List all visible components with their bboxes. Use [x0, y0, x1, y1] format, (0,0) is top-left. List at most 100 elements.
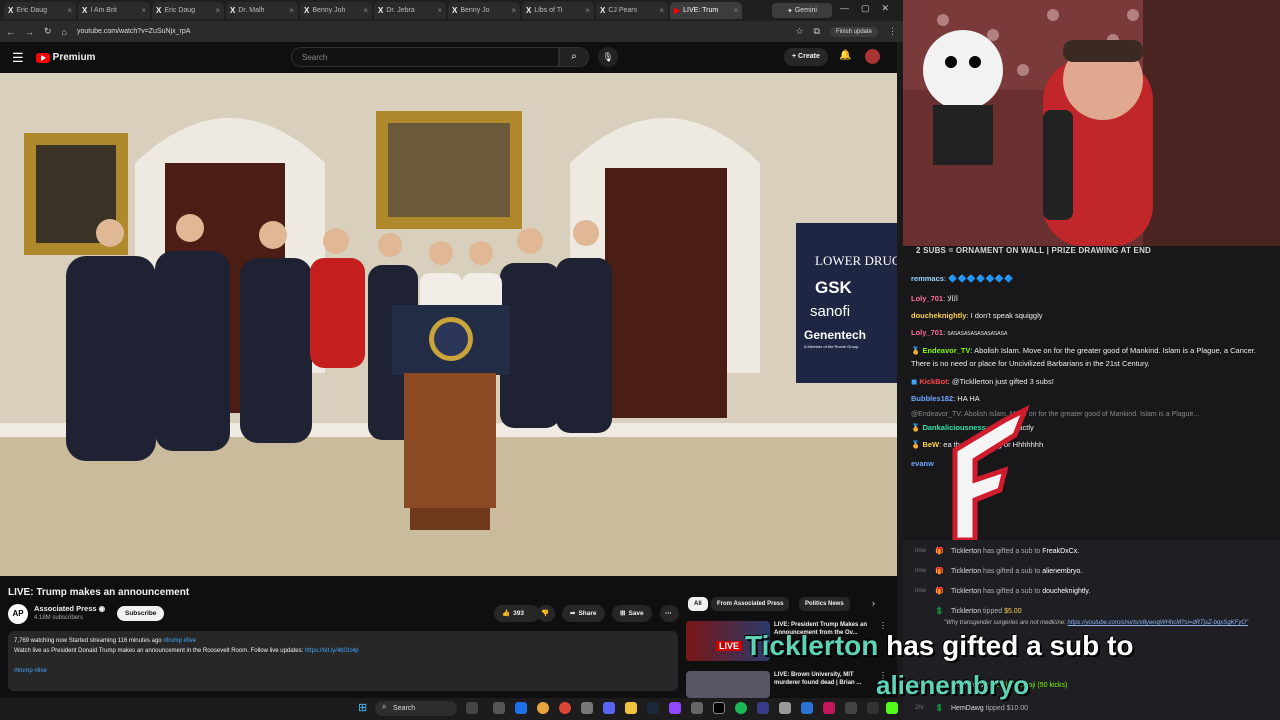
star-icon[interactable]: ☆ — [795, 26, 803, 37]
user-avatar[interactable] — [865, 49, 880, 64]
chat-username[interactable]: remmacs — [911, 274, 944, 283]
taskbar-app-icon[interactable] — [757, 702, 769, 714]
more-menu-icon[interactable]: ⋮ — [888, 26, 897, 37]
desc-link[interactable]: https://bit.ly/4b01t4p — [305, 648, 359, 654]
chat-username[interactable]: Loly_701 — [911, 294, 943, 303]
dislike-button[interactable]: 👎 — [537, 605, 555, 622]
hamburger-menu-icon[interactable]: ☰ — [12, 50, 24, 66]
desc-tags-footer[interactable]: #trump #live — [14, 666, 672, 676]
close-tab-icon[interactable]: × — [141, 6, 146, 15]
forward-icon[interactable]: → — [25, 27, 34, 37]
home-icon[interactable]: ⌂ — [62, 27, 67, 37]
x-app-icon[interactable] — [713, 702, 725, 714]
subscribe-button[interactable]: Subscribe — [117, 606, 165, 621]
chat-username[interactable]: KickBot — [919, 377, 947, 386]
taskbar-app-icon[interactable] — [493, 702, 505, 714]
taskbar-app-icon[interactable] — [867, 702, 879, 714]
edge-icon[interactable] — [515, 702, 527, 714]
chat-username[interactable]: evanw — [911, 459, 934, 468]
taskbar-app-icon[interactable] — [669, 702, 681, 714]
browser-tab[interactable]: XI Am Brit × — [78, 2, 150, 19]
taskbar-app-icon[interactable] — [779, 702, 791, 714]
browser-tab[interactable]: X Eric Daug × — [152, 2, 224, 19]
chrome-icon[interactable] — [537, 702, 549, 714]
chat-username[interactable]: Endeavor_TV — [922, 346, 970, 355]
taskbar-app-icon[interactable] — [845, 702, 857, 714]
url-field[interactable]: youtube.com/watch?v=ZuSuNjx_rpA — [77, 28, 785, 35]
gift-alert-text: Ticklerton has gifted a sub to — [745, 630, 1133, 662]
notifications-bell-icon[interactable]: 🔔 — [839, 50, 851, 61]
video-player[interactable]: LOWER DRUG GSK sanofi Genentech A Member… — [0, 73, 897, 576]
close-tab-icon[interactable]: × — [437, 6, 442, 15]
tip-link[interactable]: https://youtube.com/shorts/v8ywoqWHhcM?s… — [1068, 620, 1249, 626]
close-tab-icon[interactable]: × — [511, 6, 516, 15]
close-tab-icon[interactable]: × — [585, 6, 590, 15]
gemini-tab[interactable]: ✦ Gemini — [772, 3, 832, 18]
create-button[interactable]: + Create — [784, 48, 828, 66]
more-options-icon[interactable]: ⋮ — [879, 621, 887, 630]
browser-tab[interactable]: X Eric Daug × — [4, 2, 76, 19]
x-logo-icon: X — [526, 6, 532, 15]
spotify-icon[interactable] — [735, 702, 747, 714]
youtube-premium-logo[interactable]: Premium — [35, 52, 95, 63]
channel-avatar[interactable]: AP — [8, 604, 28, 624]
close-tab-icon[interactable]: × — [363, 6, 368, 15]
gift-icon: 🎁 — [935, 568, 944, 575]
close-tab-icon[interactable]: × — [733, 6, 738, 15]
back-icon[interactable]: ← — [6, 27, 15, 37]
window-controls[interactable]: —▢✕ — [840, 3, 901, 14]
taskbar-app-icon[interactable] — [581, 702, 593, 714]
browser-tab[interactable]: X Dr. Malh × — [226, 2, 298, 19]
kick-app-icon[interactable] — [886, 702, 898, 714]
video-description[interactable]: 7,769 watching now Started streaming 116… — [8, 631, 678, 691]
browser-tab[interactable]: X Dr. Jebra × — [374, 2, 446, 19]
chat-username[interactable]: doucheknightly — [911, 311, 966, 320]
microphone-icon[interactable]: 🎙 — [598, 47, 618, 67]
discord-icon[interactable] — [603, 702, 615, 714]
browser-tab[interactable]: X Benny Joh × — [300, 2, 372, 19]
chrome-icon[interactable] — [559, 702, 571, 714]
search-icon[interactable]: ⌕ — [559, 47, 589, 67]
browser-tab-active[interactable]: ▶ LIVE: Trum × — [670, 2, 742, 19]
chat-message: Loly_701: ﺍﻟﺍﻻ — [911, 294, 959, 303]
browser-tab[interactable]: X CJ Pears × — [596, 2, 668, 19]
x-logo-icon: X — [452, 6, 458, 15]
more-actions-icon[interactable]: ⋯ — [660, 605, 679, 622]
chip-politics-news[interactable]: Politics News — [799, 597, 850, 611]
taskbar-app-icon[interactable] — [801, 702, 813, 714]
channel-name[interactable]: Associated Press ◉ — [34, 604, 105, 613]
steam-icon[interactable] — [647, 702, 659, 714]
browser-tab[interactable]: X Benny Jo × — [448, 2, 520, 19]
search-input[interactable]: Search — [291, 47, 559, 67]
chips-next-icon[interactable]: › — [872, 598, 875, 608]
chip-from-associated-press[interactable]: From Associated Press — [711, 597, 790, 611]
like-button[interactable]: 👍 393 — [494, 605, 540, 622]
taskbar-search[interactable]: Search — [375, 701, 457, 716]
browser-tab[interactable]: X Libs of Ti × — [522, 2, 594, 19]
event-user[interactable]: Ticklerton — [951, 568, 981, 575]
save-button[interactable]: ⊞ Save — [612, 605, 652, 622]
desc-tags[interactable]: #trump #live — [163, 638, 196, 644]
chip-all[interactable]: All — [688, 597, 708, 611]
windows-start-icon[interactable]: ⊞ — [358, 701, 367, 714]
close-tab-icon[interactable]: × — [289, 6, 294, 15]
file-explorer-icon[interactable] — [625, 702, 637, 714]
extensions-icon[interactable]: ⧉ — [814, 26, 820, 37]
event-action: has gifted a sub to — [983, 547, 1041, 555]
alert-username: Ticklerton — [745, 630, 879, 661]
taskbar-app-icon[interactable] — [466, 702, 478, 714]
taskbar-app-icon[interactable] — [823, 702, 835, 714]
event-user[interactable]: HemDawg — [951, 705, 984, 712]
event-user[interactable]: Ticklerton — [951, 608, 981, 615]
finish-update-button[interactable]: Finish update — [829, 26, 878, 37]
share-button[interactable]: ➦ Share — [562, 605, 605, 622]
taskbar-app-icon[interactable] — [691, 702, 703, 714]
close-tab-icon[interactable]: × — [215, 6, 220, 15]
event-user[interactable]: Ticklerton — [951, 588, 981, 595]
close-tab-icon[interactable]: × — [659, 6, 664, 15]
event-action: has gifted a sub to — [983, 587, 1041, 595]
reload-icon[interactable]: ↻ — [44, 26, 52, 37]
chat-username[interactable]: Loly_701 — [911, 328, 943, 337]
close-tab-icon[interactable]: × — [67, 6, 72, 15]
event-user[interactable]: Ticklerton — [951, 548, 981, 555]
